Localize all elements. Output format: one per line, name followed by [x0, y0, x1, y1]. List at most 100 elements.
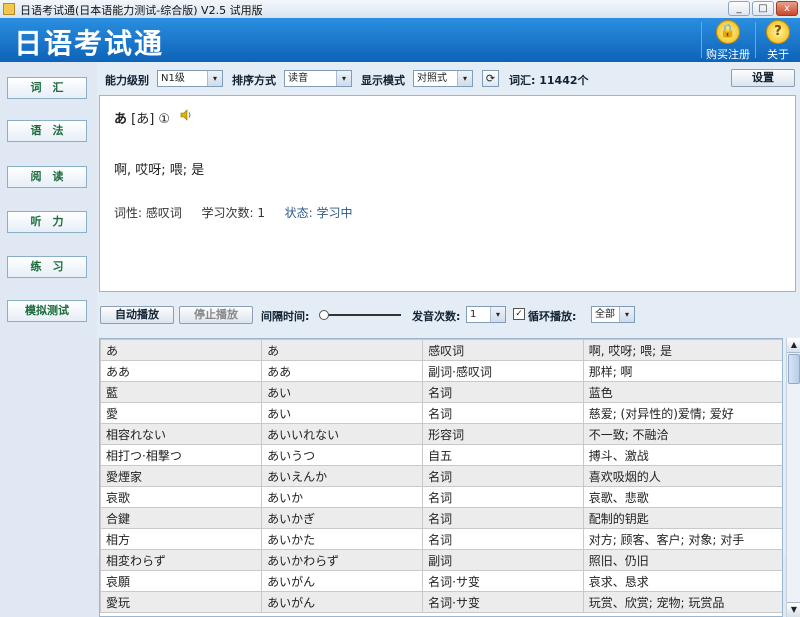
- app-icon: [3, 3, 15, 15]
- buy-register-button[interactable]: 🔒 购买注册: [702, 18, 754, 62]
- repeat-select[interactable]: 1 ▾: [466, 306, 506, 323]
- table-scrollbar[interactable]: ▲ ▼: [786, 338, 800, 617]
- pos-cell: 名词: [422, 381, 584, 403]
- nav-vocabulary[interactable]: 词 汇: [7, 77, 87, 99]
- sort-label: 排序方式: [232, 74, 276, 87]
- meaning-cell: 照旧、仍旧: [582, 549, 782, 571]
- table-row[interactable]: 相変わらず あいかわらず 副词 照旧、仍旧: [100, 549, 782, 571]
- word-table-body: ああ感叹词 啊, 哎呀; 喂; 是ああ ああ 副词·感叹词 那样; 啊藍あい 名词 蓝色愛あ…: [100, 339, 782, 613]
- maximize-button[interactable]: □: [752, 1, 774, 16]
- scroll-down-icon[interactable]: ▼: [787, 602, 800, 617]
- settings-button[interactable]: 设置: [731, 69, 795, 87]
- chevron-down-icon: ▾: [619, 307, 634, 322]
- toolbar: 能力级别 N1级 ▾ 排序方式 读音 ▾ 显示模式 对照式 ▾ ⟳ 词汇: 11…: [97, 68, 800, 90]
- meaning-cell: 那样; 啊: [582, 360, 782, 382]
- meaning-cell: 蓝色: [582, 381, 782, 403]
- slider-knob[interactable]: [319, 310, 329, 320]
- word-table: ああ感叹词 啊, 哎呀; 喂; 是ああ ああ 副词·感叹词 那样; 啊藍あい 名词 蓝色愛あ…: [99, 338, 783, 617]
- table-row[interactable]: ああ感叹词 啊, 哎呀; 喂; 是: [100, 339, 782, 361]
- meaning-cell: 喜欢吸烟的人: [582, 465, 782, 487]
- reading-cell: あいがん: [261, 570, 424, 592]
- reading-cell: あいいれない: [261, 423, 424, 445]
- sort-value: 读音: [288, 73, 308, 84]
- scroll-up-icon[interactable]: ▲: [787, 338, 800, 353]
- pos-cell: 名词·サ变: [422, 570, 584, 592]
- word-reading: [あ] ①: [131, 112, 171, 127]
- playback-controls: 自动播放 停止播放 间隔时间: 发音次数: 1 ▾ ✓ 循环播放: 全部 ▾: [97, 304, 800, 326]
- mode-select[interactable]: 对照式 ▾: [413, 70, 473, 87]
- table-row[interactable]: 愛玩 あいがん 名词·サ变 玩赏、欣赏; 宠物; 玩赏品: [100, 591, 782, 613]
- repeat-value: 1: [470, 309, 477, 320]
- word-cell: あ: [100, 339, 263, 361]
- pos-cell: 形容词: [422, 423, 584, 445]
- chevron-down-icon: ▾: [457, 71, 472, 86]
- refresh-icon[interactable]: ⟳: [482, 70, 499, 87]
- loop-label: 循环播放:: [528, 310, 577, 323]
- pos-cell: 名词: [422, 528, 584, 550]
- word-meaning: 啊, 哎呀; 喂; 是: [114, 163, 205, 178]
- meaning-cell: 对方; 顾客、客户; 对象; 对手: [582, 528, 782, 550]
- table-row[interactable]: 相容れない あいいれない 形容词 不一致; 不融洽: [100, 423, 782, 445]
- table-row[interactable]: 哀歌 あいか 名词 哀歌、悲歌: [100, 486, 782, 508]
- scroll-thumb[interactable]: [788, 354, 800, 384]
- title-bar: 日语考试通(日本语能力测试-综合版) V2.5 试用版 _ □ x: [0, 0, 800, 19]
- loop-value: 全部: [595, 309, 615, 320]
- about-label: 关于: [767, 48, 789, 61]
- app-banner: 日语考试通 🔒 购买注册 ? 关于: [0, 18, 800, 62]
- word-cell: ああ: [100, 360, 263, 382]
- word-cell: 相方: [100, 528, 263, 550]
- reading-cell: あいえんか: [261, 465, 424, 487]
- pos-cell: 副词: [422, 549, 584, 571]
- table-row[interactable]: ああ ああ 副词·感叹词 那样; 啊: [100, 360, 782, 382]
- minimize-button[interactable]: _: [728, 1, 750, 16]
- nav-reading[interactable]: 阅 读: [7, 166, 87, 188]
- reading-cell: あいかぎ: [261, 507, 424, 529]
- table-row[interactable]: 愛あい 名词 慈爱; (对异性的)爱情; 爱好: [100, 402, 782, 424]
- table-row[interactable]: 合鍵 あいかぎ 名词 配制的钥匙: [100, 507, 782, 529]
- word-cell: 愛: [100, 402, 263, 424]
- word-study-count: 学习次数: 1: [201, 206, 266, 220]
- nav-mock-test[interactable]: 模拟测试: [7, 300, 87, 322]
- nav-practice[interactable]: 练 习: [7, 256, 87, 278]
- nav-grammar[interactable]: 语 法: [7, 120, 87, 142]
- loop-checkbox[interactable]: ✓: [513, 308, 525, 320]
- about-button[interactable]: ? 关于: [756, 18, 800, 62]
- sort-select[interactable]: 读音 ▾: [284, 70, 352, 87]
- level-select[interactable]: N1级 ▾: [157, 70, 223, 87]
- word-cell: 愛煙家: [100, 465, 263, 487]
- pos-cell: 名词: [422, 486, 584, 508]
- pos-cell: 名词: [422, 402, 584, 424]
- table-row[interactable]: 相打つ·相撃つ あいうつ 自五 搏斗、激战: [100, 444, 782, 466]
- word-info: 词性: 感叹词 学习次数: 1 状态: 学习中: [114, 204, 353, 221]
- speaker-icon[interactable]: [180, 109, 192, 121]
- table-row[interactable]: 相方 あいかた 名词 对方; 顾客、客户; 对象; 对手: [100, 528, 782, 550]
- reading-cell: あいか: [261, 486, 424, 508]
- meaning-cell: 玩赏、欣赏; 宠物; 玩赏品: [582, 591, 782, 613]
- table-row[interactable]: 藍あい 名词 蓝色: [100, 381, 782, 403]
- reading-cell: あい: [261, 402, 424, 424]
- interval-slider[interactable]: [319, 310, 401, 320]
- word-cell: 相変わらず: [100, 549, 263, 571]
- lock-icon: 🔒: [716, 20, 740, 44]
- reading-cell: ああ: [261, 360, 424, 382]
- table-row[interactable]: 哀願 あいがん 名词·サ变 哀求、恳求: [100, 570, 782, 592]
- pos-cell: 名词·サ变: [422, 591, 584, 613]
- chevron-down-icon: ▾: [207, 71, 222, 86]
- word-cell: 相打つ·相撃つ: [100, 444, 263, 466]
- table-row[interactable]: 愛煙家 あいえんか 名词 喜欢吸烟的人: [100, 465, 782, 487]
- pos-cell: 名词: [422, 465, 584, 487]
- word-headline: あ [あ] ①: [114, 108, 170, 127]
- left-nav: 词 汇 语 法 阅 读 听 力 练 习 模拟测试: [0, 62, 95, 555]
- window-title: 日语考试通(日本语能力测试-综合版) V2.5 试用版: [20, 4, 263, 17]
- app-title: 日语考试通: [14, 27, 165, 60]
- loop-select[interactable]: 全部 ▾: [591, 306, 635, 323]
- auto-play-button[interactable]: 自动播放: [100, 306, 174, 324]
- reading-cell: あいかた: [261, 528, 424, 550]
- meaning-cell: 不一致; 不融洽: [582, 423, 782, 445]
- pos-cell: 自五: [422, 444, 584, 466]
- nav-listening[interactable]: 听 力: [7, 211, 87, 233]
- meaning-cell: 慈爱; (对异性的)爱情; 爱好: [582, 402, 782, 424]
- close-button[interactable]: x: [776, 1, 798, 16]
- stop-play-button[interactable]: 停止播放: [179, 306, 253, 324]
- mode-value: 对照式: [417, 73, 447, 84]
